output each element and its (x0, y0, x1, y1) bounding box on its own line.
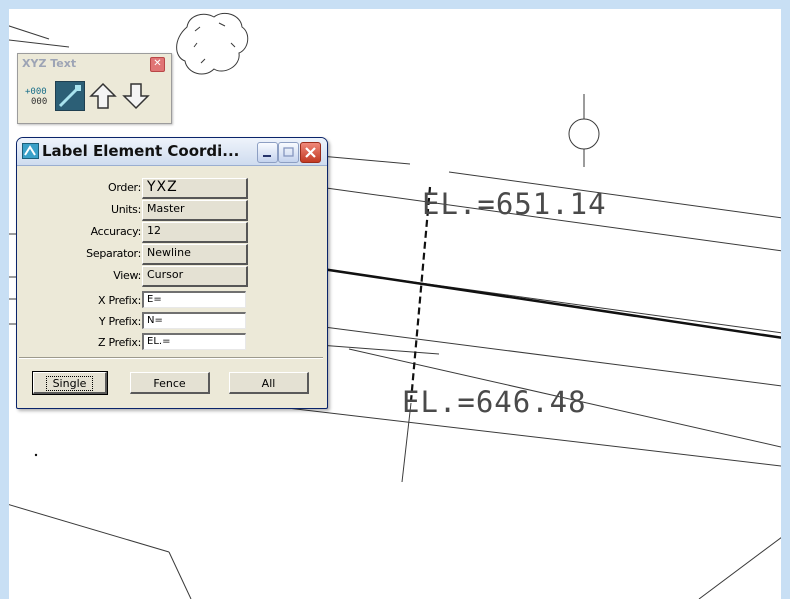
fence-button[interactable]: Fence (130, 372, 210, 394)
label-element-coordinates-dialog[interactable]: Label Element Coordi... Order: YXZ Units… (16, 137, 328, 409)
increment-up-arrow-icon[interactable] (88, 81, 118, 111)
minimize-icon (263, 155, 271, 157)
units-label: Units: (110, 203, 141, 216)
y-prefix-field[interactable]: N= (142, 312, 246, 329)
decrement-down-arrow-icon[interactable] (121, 81, 151, 111)
elevation-label-lower: EL.=646.48 (402, 385, 587, 419)
z-prefix-label: Z Prefix: (98, 336, 141, 349)
elevation-label-upper: EL.=651.14 (422, 187, 607, 221)
close-icon[interactable]: ✕ (150, 57, 165, 72)
close-icon (305, 147, 316, 158)
svg-text:000: 000 (31, 97, 47, 107)
accuracy-button[interactable]: 12 (142, 222, 248, 243)
dialog-separator (19, 357, 323, 359)
separator-button[interactable]: Newline (142, 244, 248, 265)
toolbar-title: XYZ Text (22, 57, 77, 70)
z-prefix-field[interactable]: EL.= (142, 333, 246, 350)
maximize-button[interactable] (278, 142, 299, 163)
all-button[interactable]: All (229, 372, 309, 394)
xyz-text-toolbar[interactable]: XYZ Text ✕ +000 000 (17, 53, 172, 124)
accuracy-label: Accuracy: (90, 225, 142, 238)
app-icon (22, 143, 39, 159)
y-prefix-label: Y Prefix: (98, 315, 141, 328)
close-button[interactable] (300, 142, 321, 163)
dialog-titlebar[interactable]: Label Element Coordi... (17, 138, 327, 166)
single-button[interactable]: Single (32, 371, 108, 395)
units-button[interactable]: Master (142, 200, 248, 221)
x-prefix-label: X Prefix: (98, 294, 141, 307)
x-prefix-field[interactable]: E= (142, 291, 246, 308)
place-coordinate-text-icon[interactable]: +000 000 (23, 81, 53, 111)
separator-label: Separator: (86, 247, 141, 260)
dialog-title: Label Element Coordi... (42, 142, 240, 160)
order-label: Order: (108, 181, 141, 194)
maximize-icon (283, 147, 294, 157)
minimize-button[interactable] (257, 142, 278, 163)
view-label: View: (113, 269, 141, 282)
window-frame: EL.=651.14 EL.=646.48 XYZ Text ✕ +000 00… (0, 0, 790, 599)
label-line-icon[interactable] (55, 81, 85, 111)
view-button[interactable]: Cursor (142, 266, 248, 287)
order-button[interactable]: YXZ (142, 178, 248, 199)
svg-text:+000: +000 (25, 87, 47, 97)
single-button-label: Single (45, 376, 94, 391)
